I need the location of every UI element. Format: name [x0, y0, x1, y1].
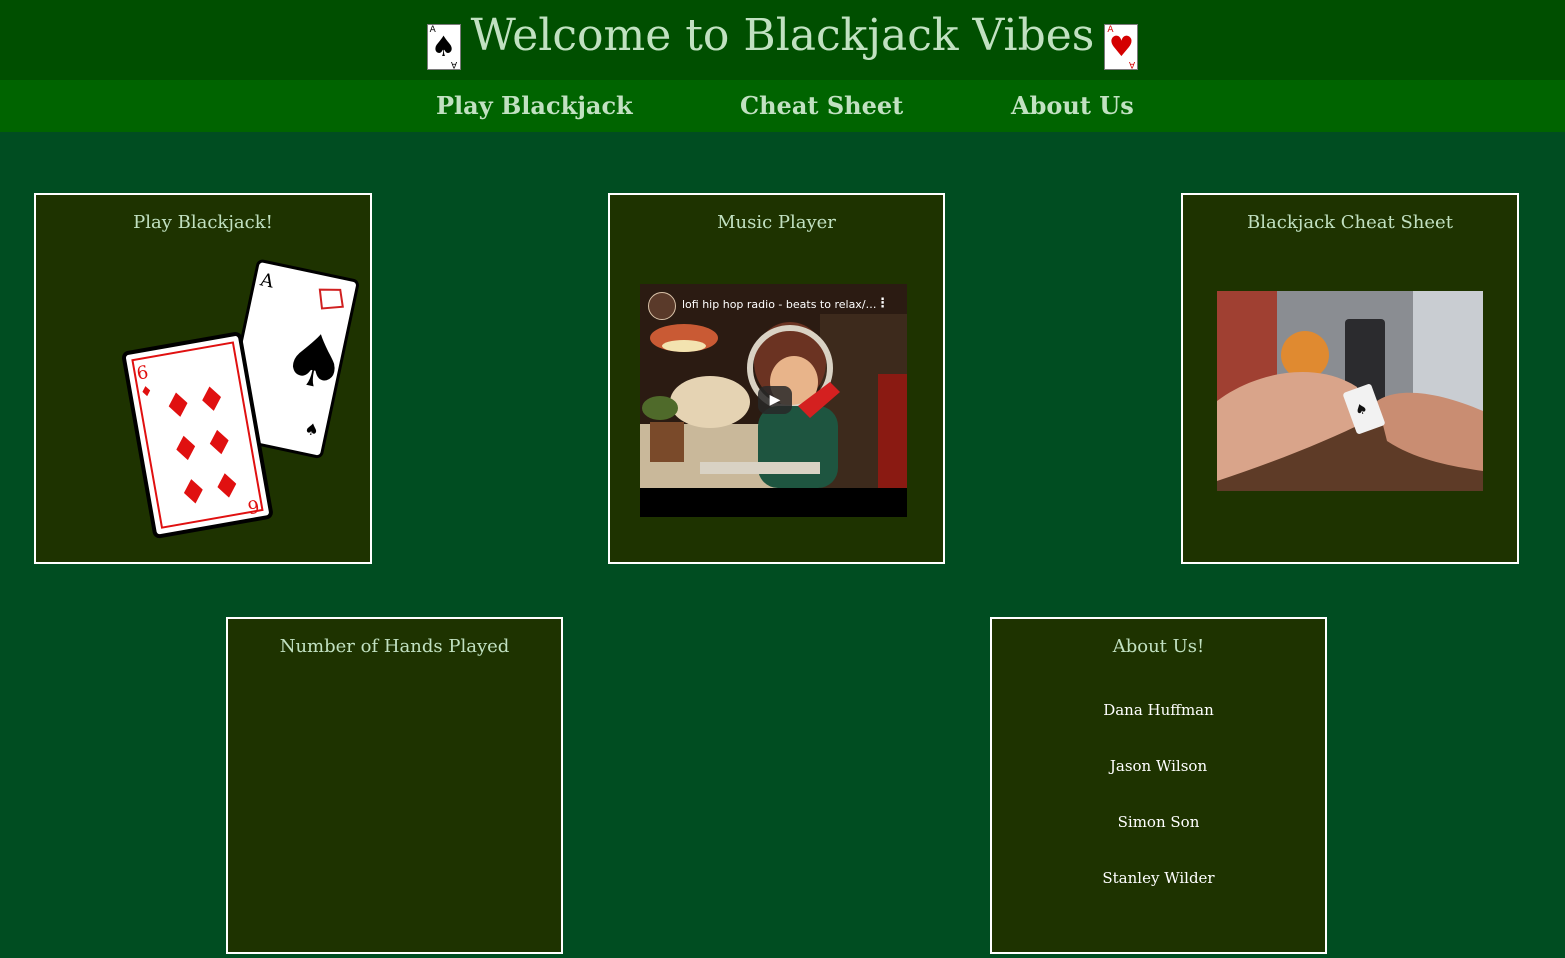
team-member: Dana Huffman — [1103, 701, 1214, 719]
video-thumbnail[interactable]: lofi hip hop radio - beats to relax/… ⋮ … — [640, 284, 907, 488]
play-blackjack-panel[interactable]: Play Blackjack! A ♠ ♠ 6 ♦ ♦ ♦ ♦ ♦ ♦ ♦ 9 — [34, 193, 372, 564]
cards-photo-illustration: ♠ — [1217, 291, 1483, 491]
youtube-video-embed[interactable]: lofi hip hop radio - beats to relax/… ⋮ … — [640, 284, 907, 517]
team-member: Simon Son — [1117, 813, 1200, 831]
channel-avatar[interactable] — [648, 292, 676, 320]
cheat-sheet-title: Blackjack Cheat Sheet — [1247, 212, 1453, 233]
hands-played-title: Number of Hands Played — [279, 636, 510, 657]
about-us-panel: About Us! Dana Huffman Jason Wilson Simo… — [990, 617, 1327, 954]
team-member: Stanley Wilder — [1102, 869, 1215, 887]
nav-about-us[interactable]: About Us — [1011, 91, 1134, 121]
hands-holding-cards-photo[interactable]: ♠ — [1217, 291, 1483, 491]
nav-play-blackjack[interactable]: Play Blackjack — [436, 91, 633, 121]
ace-of-hearts-card-icon: A ♥ A — [1104, 24, 1139, 70]
page-title-text: Welcome to Blackjack Vibes — [470, 10, 1095, 61]
music-player-panel: Music Player lofi hip hop radio - beats … — [608, 193, 945, 564]
ace-of-spades-card-icon: A ♠ A — [426, 24, 461, 70]
cheat-sheet-panel[interactable]: Blackjack Cheat Sheet ♠ — [1181, 193, 1519, 564]
playing-cards-image[interactable]: A ♠ ♠ 6 ♦ ♦ ♦ ♦ ♦ ♦ ♦ 9 — [34, 193, 372, 564]
site-header: A ♠ A Welcome to Blackjack Vibes A ♥ A — [0, 0, 1565, 80]
main-nav: Play Blackjack Cheat Sheet About Us — [0, 80, 1565, 132]
nav-cheat-sheet[interactable]: Cheat Sheet — [740, 91, 903, 121]
about-us-title: About Us! — [1112, 636, 1205, 657]
page-title: A ♠ A Welcome to Blackjack Vibes A ♥ A — [0, 6, 1565, 70]
hands-played-panel: Number of Hands Played — [226, 617, 563, 954]
video-title[interactable]: lofi hip hop radio - beats to relax/… — [682, 298, 877, 311]
more-vert-icon[interactable]: ⋮ — [876, 296, 889, 311]
team-member: Jason Wilson — [1109, 757, 1208, 775]
play-icon[interactable]: ▶ — [758, 386, 792, 414]
music-player-title: Music Player — [717, 212, 836, 233]
